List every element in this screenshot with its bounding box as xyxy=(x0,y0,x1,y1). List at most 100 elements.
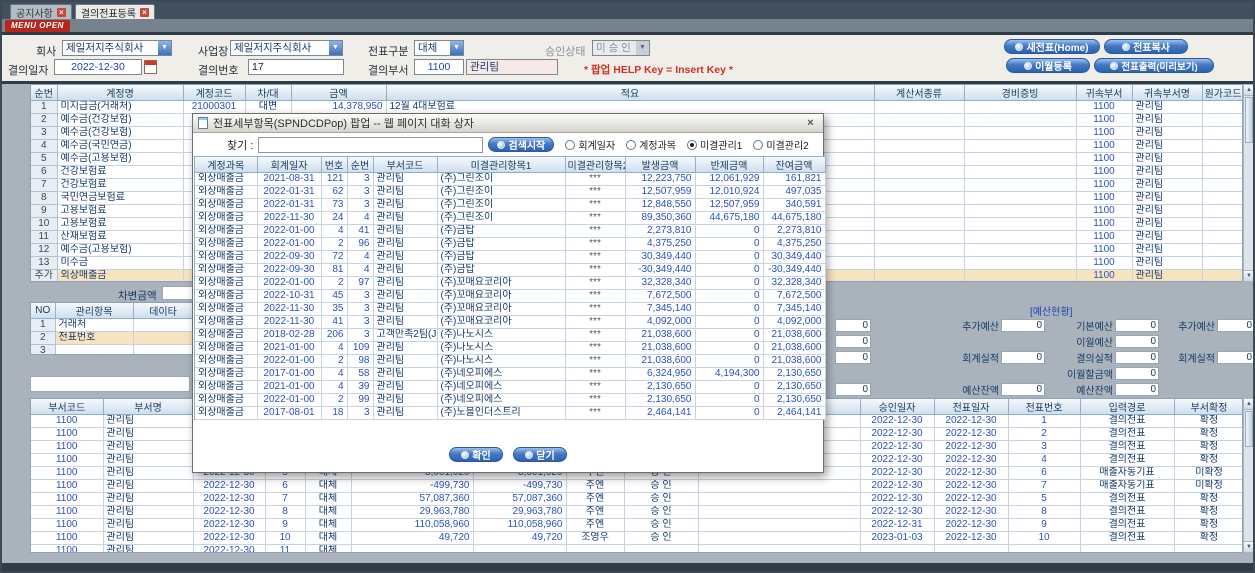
budget-total-field[interactable]: 0 xyxy=(835,382,871,396)
close-icon[interactable]: × xyxy=(803,117,818,130)
table-cell[interactable]: 0 xyxy=(695,354,764,368)
table-cell[interactable]: *** xyxy=(565,406,626,420)
table-cell[interactable]: 주엔 xyxy=(566,505,625,519)
table-cell[interactable]: 161,821 xyxy=(763,172,826,186)
chevron-down-icon[interactable]: ▼ xyxy=(450,41,463,55)
table-cell[interactable]: 1100 xyxy=(31,544,104,552)
table-cell[interactable] xyxy=(964,178,1077,192)
budget-value-field[interactable]: 0 xyxy=(1001,350,1045,364)
table-cell[interactable]: 관리팀 xyxy=(373,289,438,303)
table-row[interactable]: 외상매출금 2022-01-31 62 3 관리팀 (주)그린조이 *** 12,507,95… xyxy=(195,185,826,199)
table-cell[interactable]: 관리팀 xyxy=(1132,113,1203,127)
table-cell[interactable]: 35 xyxy=(321,302,348,316)
table-cell[interactable]: 외상매출금 xyxy=(195,380,258,394)
table-cell[interactable]: 11 xyxy=(265,544,306,552)
table-row[interactable]: 외상매출금 2022-01-00 4 41 관리팀 (주)금탑 *** 2,273,810 0 2… xyxy=(195,224,826,238)
table-cell[interactable]: 7,672,500 xyxy=(625,289,696,303)
table-cell[interactable] xyxy=(964,243,1077,257)
table-cell[interactable]: 관리팀 xyxy=(1132,139,1203,153)
table-cell[interactable]: 2022-09-30 xyxy=(257,263,322,277)
table-cell[interactable]: 12,223,750 xyxy=(625,172,696,186)
table-cell[interactable]: 2 xyxy=(321,276,348,290)
table-cell[interactable]: 2022-12-30 xyxy=(860,453,935,467)
table-cell[interactable]: 7,345,140 xyxy=(763,302,826,316)
table-row[interactable]: 외상매출금 2022-09-30 72 4 관리팀 (주)금탑 *** 30,349,440 0… xyxy=(195,250,826,264)
table-cell[interactable]: 관리팀 xyxy=(103,479,194,493)
table-cell[interactable]: 29,963,780 xyxy=(351,505,474,519)
table-cell[interactable]: 3 xyxy=(347,198,374,212)
table-cell[interactable]: 고용보험료 xyxy=(57,204,184,218)
budget-value-field[interactable]: 0 xyxy=(1217,350,1253,364)
table-cell[interactable]: 국민연금보험료 xyxy=(57,191,184,205)
table-cell[interactable]: 32,328,340 xyxy=(763,276,826,290)
print-voucher-button[interactable]: 전표출력(미리보기) xyxy=(1094,58,1214,73)
table-row[interactable]: 1100 관리팀 2022-12-30 11 대체 xyxy=(31,544,1242,552)
table-cell[interactable] xyxy=(874,126,965,140)
table-cell[interactable]: 0 xyxy=(695,263,764,277)
table-row[interactable]: 외상매출금 2022-01-00 2 98 관리팀 (주)나노시스 *** 21,038,60… xyxy=(195,354,826,368)
table-cell[interactable] xyxy=(1080,544,1175,552)
table-cell[interactable]: 1100 xyxy=(31,453,104,467)
table-cell[interactable]: 관리팀 xyxy=(103,414,194,428)
table-cell[interactable]: 외상매출금 xyxy=(195,289,258,303)
table-cell[interactable]: 주엔 xyxy=(566,518,625,532)
budget-total-field[interactable]: 0 xyxy=(835,334,871,348)
table-cell[interactable]: 2022-01-31 xyxy=(257,198,322,212)
table-cell[interactable]: 2022-12-30 xyxy=(193,479,266,493)
search-start-button[interactable]: 검색시작 xyxy=(488,137,555,152)
table-cell[interactable] xyxy=(964,191,1077,205)
table-cell[interactable]: 거래처 xyxy=(55,318,134,332)
table-cell[interactable]: 주엔 xyxy=(566,479,625,493)
table-cell[interactable]: 12,507,959 xyxy=(695,198,764,212)
table-cell[interactable]: 관리팀 xyxy=(373,302,438,316)
chevron-down-icon[interactable]: ▼ xyxy=(329,41,342,55)
table-cell[interactable]: 외상매출금 xyxy=(195,172,258,186)
table-cell[interactable]: 21,038,600 xyxy=(763,328,826,342)
date-input[interactable]: 2022-12-30 xyxy=(54,59,142,75)
table-cell[interactable] xyxy=(1202,178,1242,192)
table-cell[interactable]: 외상매출금 xyxy=(57,269,184,281)
table-cell[interactable]: 외상매출금 xyxy=(195,315,258,329)
table-cell[interactable] xyxy=(1202,152,1242,166)
table-cell[interactable] xyxy=(874,178,965,192)
table-cell[interactable]: 30,349,440 xyxy=(763,250,826,264)
table-cell[interactable]: 관리팀 xyxy=(103,518,194,532)
table-cell[interactable] xyxy=(473,544,567,552)
table-cell[interactable]: *** xyxy=(565,172,626,186)
table-cell[interactable]: 4 xyxy=(347,263,374,277)
table-cell[interactable]: 산재보험료 xyxy=(57,230,184,244)
table-cell[interactable]: 49,720 xyxy=(473,531,567,545)
table-row[interactable]: 외상매출금 2022-09-30 81 4 관리팀 (주)금탑 *** -30,349,440… xyxy=(195,263,826,277)
table-cell[interactable]: 관리팀 xyxy=(373,393,438,407)
table-cell[interactable]: 12,061,929 xyxy=(695,172,764,186)
table-cell[interactable]: 1100 xyxy=(1076,217,1133,231)
table-cell[interactable]: 외상매출금 xyxy=(195,276,258,290)
table-cell[interactable]: 예수금(건강보험) xyxy=(57,113,184,127)
table-cell[interactable]: 2022-01-00 xyxy=(257,393,322,407)
slip-type-select[interactable]: 대체 ▼ xyxy=(414,40,464,56)
table-cell[interactable]: 4 xyxy=(31,139,58,153)
main-grid-scrollbar[interactable]: ▲ ▼ xyxy=(1243,84,1253,282)
table-cell[interactable]: 12 xyxy=(31,243,58,257)
chevron-down-icon[interactable]: ▼ xyxy=(636,41,649,55)
table-cell[interactable]: (주)꼬매요코리아 xyxy=(437,289,566,303)
table-cell[interactable]: 2022-12-30 xyxy=(193,518,266,532)
table-cell[interactable]: 1100 xyxy=(1076,204,1133,218)
table-cell[interactable]: 1100 xyxy=(31,505,104,519)
table-cell[interactable]: 결의전표 xyxy=(1080,414,1175,428)
table-cell[interactable]: 4,194,300 xyxy=(695,367,764,381)
table-cell[interactable]: 승 인 xyxy=(624,505,699,519)
table-cell[interactable]: 1100 xyxy=(31,414,104,428)
dept-code-input[interactable]: 1100 xyxy=(414,59,464,75)
table-cell[interactable]: -30,349,440 xyxy=(763,263,826,277)
table-cell[interactable]: 확정 xyxy=(1174,414,1242,428)
company-select[interactable]: 제일저지주식회사 ▼ xyxy=(62,40,172,56)
table-cell[interactable]: -499,730 xyxy=(473,479,567,493)
table-cell[interactable]: 5 xyxy=(1008,492,1081,506)
table-cell[interactable]: 1100 xyxy=(1076,178,1133,192)
table-cell[interactable]: 2022-09-30 xyxy=(257,250,322,264)
table-cell[interactable]: 관리팀 xyxy=(373,354,438,368)
table-cell[interactable]: 3 xyxy=(31,344,56,354)
table-cell[interactable]: 2 xyxy=(321,237,348,251)
table-cell[interactable]: 2022-12-30 xyxy=(934,414,1009,428)
